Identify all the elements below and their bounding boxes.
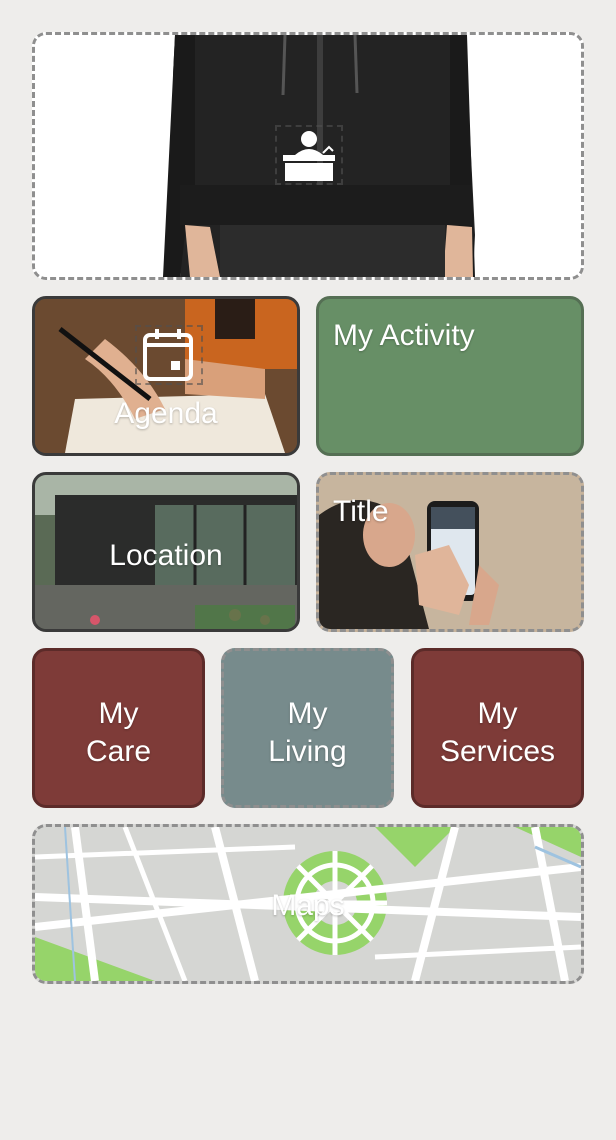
hero-tile[interactable]: [32, 32, 584, 280]
my-living-tile[interactable]: My Living: [221, 648, 394, 808]
reception-icon-frame: [275, 125, 343, 185]
maps-label: Maps: [271, 889, 345, 922]
reception-desk-icon: [283, 131, 335, 181]
location-tile[interactable]: Location: [32, 472, 300, 632]
title-label: Title: [333, 495, 389, 528]
calendar-icon: [143, 329, 193, 381]
maps-tile[interactable]: Maps: [32, 824, 584, 984]
title-tile[interactable]: Title: [316, 472, 584, 632]
my-activity-tile[interactable]: My Activity: [316, 296, 584, 456]
agenda-label: Agenda: [114, 397, 218, 430]
my-services-tile[interactable]: My Services: [411, 648, 584, 808]
my-services-label: My Services: [439, 697, 556, 768]
calendar-icon-frame: [135, 325, 203, 385]
my-activity-label: My Activity: [333, 319, 475, 352]
location-label: Location: [109, 539, 223, 572]
my-care-label: My Care: [85, 697, 152, 768]
agenda-tile[interactable]: Agenda: [32, 296, 300, 456]
my-living-label: My Living: [268, 697, 347, 768]
my-care-tile[interactable]: My Care: [32, 648, 205, 808]
